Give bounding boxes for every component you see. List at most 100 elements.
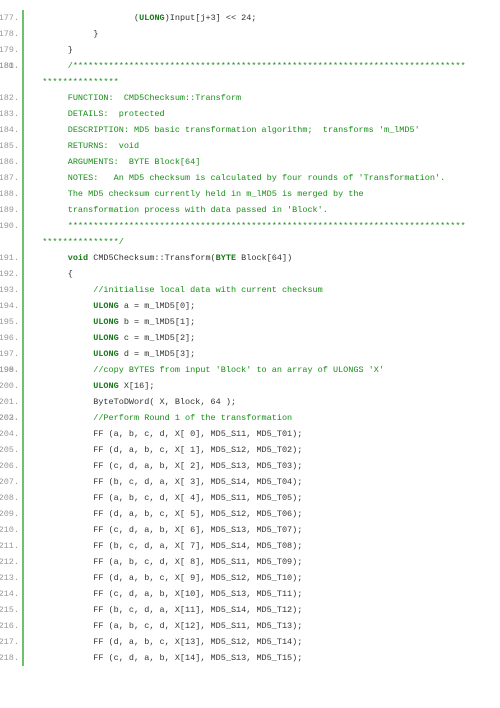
line-code: FF (c, d, a, b, X[ 6], MD5_S13, MD5_T07)… bbox=[24, 522, 302, 538]
line-code: //copy BYTES from input 'Block' to an ar… bbox=[24, 362, 384, 378]
line-number: 195. bbox=[0, 314, 19, 330]
line-number: 194. bbox=[0, 298, 19, 314]
line-code: FF (c, d, a, b, X[10], MD5_S13, MD5_T11)… bbox=[24, 586, 302, 602]
line-number: 190. bbox=[0, 218, 19, 234]
code-line: 200. ULONG X[16]; bbox=[24, 378, 500, 394]
line-code: ***************/ bbox=[24, 234, 124, 250]
code-line: 179. } bbox=[24, 42, 500, 58]
line-number: 187. bbox=[0, 170, 19, 186]
line-code: FF (d, a, b, c, X[ 9], MD5_S12, MD5_T10)… bbox=[24, 570, 302, 586]
code-line: 188. The MD5 checksum currently held in … bbox=[24, 186, 500, 202]
line-code: ULONG b = m_lMD5[1]; bbox=[24, 314, 195, 330]
line-code: FF (a, b, c, d, X[12], MD5_S11, MD5_T13)… bbox=[24, 618, 302, 634]
line-number: 216. bbox=[0, 618, 19, 634]
line-number: 177. bbox=[0, 10, 19, 26]
line-code: transformation process with data passed … bbox=[24, 202, 338, 218]
line-code: ULONG c = m_lMD5[2]; bbox=[24, 330, 195, 346]
line-number: 188. bbox=[0, 186, 19, 202]
line-code: DESCRIPTION: MD5 basic transformation al… bbox=[24, 122, 420, 138]
line-number: 179. bbox=[0, 42, 19, 58]
code-line: 191. void CMD5Checksum::Transform(BYTE B… bbox=[24, 250, 500, 266]
code-line: 213. FF (d, a, b, c, X[ 9], MD5_S12, MD5… bbox=[24, 570, 500, 586]
code-line: 212. FF (a, b, c, d, X[ 8], MD5_S11, MD5… bbox=[24, 554, 500, 570]
line-code: //Perform Round 1 of the transformation bbox=[24, 410, 292, 426]
code-line: 185. RETURNS: void bbox=[24, 138, 500, 154]
line-number: 213. bbox=[0, 570, 19, 586]
line-number: 185. bbox=[0, 138, 19, 154]
code-line: 187. NOTES: An MD5 checksum is calculate… bbox=[24, 170, 500, 186]
line-code: void CMD5Checksum::Transform(BYTE Block[… bbox=[24, 250, 292, 266]
line-code: /***************************************… bbox=[24, 58, 466, 74]
line-number: 201. bbox=[0, 394, 19, 410]
line-number: 189. bbox=[0, 202, 19, 218]
line-code: FF (c, d, a, b, X[14], MD5_S13, MD5_T15)… bbox=[24, 650, 302, 666]
code-line: ***************/ bbox=[24, 234, 500, 250]
line-number: 206. bbox=[0, 458, 19, 474]
code-line: 178. } bbox=[24, 26, 500, 42]
line-number: 209. bbox=[0, 506, 19, 522]
line-code: FF (a, b, c, d, X[ 4], MD5_S11, MD5_T05)… bbox=[24, 490, 302, 506]
line-number: 205. bbox=[0, 442, 19, 458]
code-line: 205. FF (d, a, b, c, X[ 1], MD5_S12, MD5… bbox=[24, 442, 500, 458]
code-line: 194. ULONG a = m_lMD5[0]; bbox=[24, 298, 500, 314]
line-code: FF (d, a, b, c, X[13], MD5_S12, MD5_T14)… bbox=[24, 634, 302, 650]
code-line: 183. DETAILS: protected bbox=[24, 106, 500, 122]
code-line: 207. FF (b, c, d, a, X[ 3], MD5_S14, MD5… bbox=[24, 474, 500, 490]
code-line: 186. ARGUMENTS: BYTE Block[64] bbox=[24, 154, 500, 170]
line-number: 199. bbox=[0, 362, 19, 378]
code-line: 199. //copy BYTES from input 'Block' to … bbox=[24, 362, 500, 378]
line-code: FF (d, a, b, c, X[ 5], MD5_S12, MD5_T06)… bbox=[24, 506, 302, 522]
line-number: 197. bbox=[0, 346, 19, 362]
code-line: 182. FUNCTION: CMD5Checksum::Transform bbox=[24, 90, 500, 106]
line-code: (ULONG)Input[j+3] << 24; bbox=[24, 10, 256, 26]
code-line: 217. FF (d, a, b, c, X[13], MD5_S12, MD5… bbox=[24, 634, 500, 650]
line-number: 191. bbox=[0, 250, 19, 266]
line-number: 184. bbox=[0, 122, 19, 138]
line-code: FF (c, d, a, b, X[ 2], MD5_S13, MD5_T03)… bbox=[24, 458, 302, 474]
line-code: NOTES: An MD5 checksum is calculated by … bbox=[24, 170, 445, 186]
line-code: *************** bbox=[24, 74, 119, 90]
code-line: 211. FF (b, c, d, a, X[ 7], MD5_S14, MD5… bbox=[24, 538, 500, 554]
code-line: 215. FF (b, c, d, a, X[11], MD5_S14, MD5… bbox=[24, 602, 500, 618]
code-line: 203. //Perform Round 1 of the transforma… bbox=[24, 410, 500, 426]
line-code: FF (b, c, d, a, X[ 7], MD5_S14, MD5_T08)… bbox=[24, 538, 302, 554]
line-code: //initialise local data with current che… bbox=[24, 282, 323, 298]
code-line: 195. ULONG b = m_lMD5[1]; bbox=[24, 314, 500, 330]
line-number: 215. bbox=[0, 602, 19, 618]
line-number: 210. bbox=[0, 522, 19, 538]
code-line: 206. FF (c, d, a, b, X[ 2], MD5_S13, MD5… bbox=[24, 458, 500, 474]
line-code: FUNCTION: CMD5Checksum::Transform bbox=[24, 90, 241, 106]
code-line: 181. /**********************************… bbox=[24, 58, 500, 74]
line-code: RETURNS: void bbox=[24, 138, 139, 154]
line-number: 200. bbox=[0, 378, 19, 394]
line-code: } bbox=[24, 42, 73, 58]
line-number: 186. bbox=[0, 154, 19, 170]
line-code: ****************************************… bbox=[24, 218, 466, 234]
line-number: 207. bbox=[0, 474, 19, 490]
code-line: 192. { bbox=[24, 266, 500, 282]
code-line: 196. ULONG c = m_lMD5[2]; bbox=[24, 330, 500, 346]
code-line: 190. ***********************************… bbox=[24, 218, 500, 234]
code-line: 177. (ULONG)Input[j+3] << 24; bbox=[24, 10, 500, 26]
line-number: 204. bbox=[0, 426, 19, 442]
code-line: 214. FF (c, d, a, b, X[10], MD5_S13, MD5… bbox=[24, 586, 500, 602]
line-code: FF (b, c, d, a, X[ 3], MD5_S14, MD5_T04)… bbox=[24, 474, 302, 490]
line-code: ULONG a = m_lMD5[0]; bbox=[24, 298, 195, 314]
code-line: 204. FF (a, b, c, d, X[ 0], MD5_S11, MD5… bbox=[24, 426, 500, 442]
code-line: 210. FF (c, d, a, b, X[ 6], MD5_S13, MD5… bbox=[24, 522, 500, 538]
line-code: ARGUMENTS: BYTE Block[64] bbox=[24, 154, 200, 170]
line-number: 203. bbox=[0, 410, 19, 426]
line-number: 196. bbox=[0, 330, 19, 346]
code-container: 177. (ULONG)Input[j+3] << 24;178. }179. … bbox=[22, 10, 500, 666]
line-code: FF (a, b, c, d, X[ 0], MD5_S11, MD5_T01)… bbox=[24, 426, 302, 442]
code-line: 197. ULONG d = m_lMD5[3]; bbox=[24, 346, 500, 362]
line-code: FF (a, b, c, d, X[ 8], MD5_S11, MD5_T09)… bbox=[24, 554, 302, 570]
line-number: 214. bbox=[0, 586, 19, 602]
line-number: 192. bbox=[0, 266, 19, 282]
code-line: 184. DESCRIPTION: MD5 basic transformati… bbox=[24, 122, 500, 138]
code-line: 208. FF (a, b, c, d, X[ 4], MD5_S11, MD5… bbox=[24, 490, 500, 506]
line-number: 212. bbox=[0, 554, 19, 570]
line-number: 217. bbox=[0, 634, 19, 650]
code-line: 216. FF (a, b, c, d, X[12], MD5_S11, MD5… bbox=[24, 618, 500, 634]
code-line: 218. FF (c, d, a, b, X[14], MD5_S13, MD5… bbox=[24, 650, 500, 666]
